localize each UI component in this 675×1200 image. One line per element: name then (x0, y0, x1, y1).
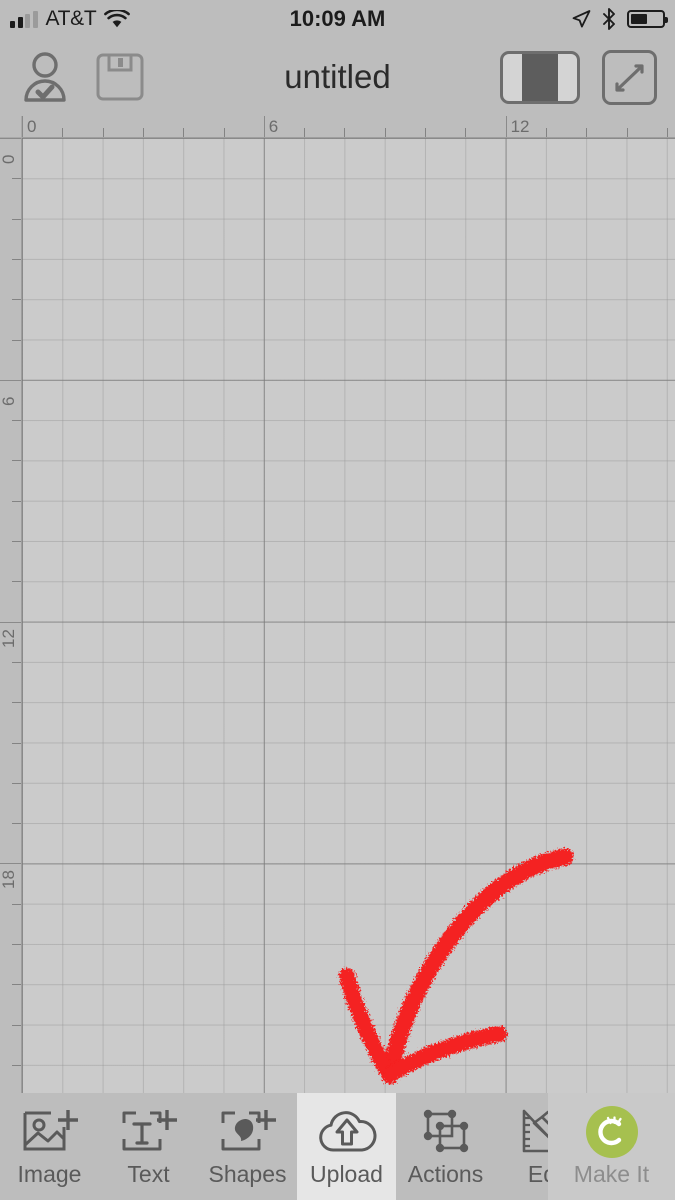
clock-label: 10:09 AM (289, 6, 386, 31)
ruler-label: 18 (0, 870, 18, 890)
add-text-icon (120, 1106, 178, 1158)
ruler-label: 12 (0, 628, 18, 648)
ruler-tick (0, 621, 21, 623)
ruler-tick (0, 863, 21, 865)
ruler-label: 6 (268, 117, 279, 136)
bottom-toolbar: Image Text Shapes Upload Actions Edi Mak… (0, 1093, 675, 1200)
toolbar-label-image: Image (17, 1161, 82, 1187)
toolbar-label-actions: Actions (407, 1161, 484, 1187)
ruler-tick (12, 944, 21, 945)
ruler-tick (223, 128, 225, 137)
actions-nodes-icon (420, 1106, 472, 1158)
mat-view-toggle-icon[interactable] (500, 50, 580, 104)
add-shapes-icon (219, 1106, 277, 1158)
expand-fullscreen-icon[interactable] (602, 49, 657, 105)
bluetooth-icon (602, 8, 616, 30)
ruler-tick (102, 128, 104, 137)
ruler-tick (545, 128, 547, 137)
ruler-tick (12, 420, 21, 422)
ruler-tick (666, 128, 668, 137)
ruler-tick (12, 742, 21, 744)
ruler-tick (465, 128, 467, 137)
ruler-tick (22, 116, 23, 137)
ruler-label: 6 (0, 396, 18, 406)
status-bar-right (571, 0, 668, 38)
ruler-tick (304, 128, 306, 137)
ruler-tick (344, 128, 346, 137)
design-canvas[interactable] (22, 138, 675, 1093)
ruler-label: 0 (27, 117, 37, 136)
app-screen: AT&T 10:09 AM untitled 0 6 12 0 6 12 18 … (0, 0, 675, 1200)
battery-icon (627, 10, 668, 28)
make-it-label: Make It (573, 1161, 650, 1187)
toolbar-item-shapes[interactable]: Shapes (198, 1093, 297, 1200)
ruler-tick (505, 116, 507, 137)
toolbar-item-actions[interactable]: Actions (396, 1093, 495, 1200)
ruler-tick (12, 661, 21, 663)
ruler-tick (12, 702, 21, 704)
location-arrow-icon (571, 9, 591, 29)
ruler-tick (12, 460, 21, 462)
status-bar: AT&T 10:09 AM (0, 0, 675, 38)
ruler-tick (0, 138, 21, 139)
ruler-tick (626, 128, 628, 137)
ruler-tick (12, 178, 21, 180)
header-right-actions (500, 38, 657, 116)
cricut-c-logo-icon (585, 1106, 638, 1158)
ruler-tick (12, 984, 21, 986)
canvas-grid-major (22, 138, 675, 1093)
ruler-tick (12, 782, 21, 784)
ruler-tick (62, 128, 64, 137)
upload-cloud-icon (316, 1106, 378, 1158)
ruler-tick (142, 128, 144, 137)
ruler-tick (12, 541, 21, 542)
toolbar-label-shapes: Shapes (208, 1161, 287, 1187)
ruler-tick (12, 903, 21, 905)
toolbar-label-text: Text (127, 1161, 170, 1187)
ruler-tick (586, 128, 588, 137)
ruler-tick (12, 299, 21, 301)
ruler-tick (384, 128, 386, 137)
ruler-tick (12, 823, 21, 825)
ruler-tick (12, 581, 21, 583)
horizontal-ruler: 0 6 12 (22, 116, 675, 138)
ruler-tick (12, 258, 21, 260)
ruler-corner (0, 116, 22, 138)
ruler-tick (12, 339, 21, 341)
ruler-tick (12, 500, 21, 502)
ruler-tick (263, 116, 265, 137)
vertical-ruler: 0 6 12 18 (0, 138, 22, 1093)
ruler-tick (0, 379, 21, 381)
toolbar-label-upload: Upload (310, 1161, 383, 1187)
ruler-tick (183, 128, 185, 137)
ruler-label: 0 (0, 154, 18, 164)
add-image-icon (21, 1106, 79, 1158)
ruler-label: 12 (510, 117, 530, 136)
ruler-tick (425, 128, 426, 137)
ruler-tick (12, 1024, 21, 1026)
make-it-button[interactable]: Make It (548, 1093, 675, 1200)
toolbar-item-image[interactable]: Image (0, 1093, 99, 1200)
ruler-tick (12, 218, 21, 220)
ruler-tick (12, 1064, 21, 1066)
toolbar-item-upload[interactable]: Upload (297, 1093, 396, 1200)
toolbar-item-text[interactable]: Text (99, 1093, 198, 1200)
app-header: untitled (0, 38, 675, 116)
